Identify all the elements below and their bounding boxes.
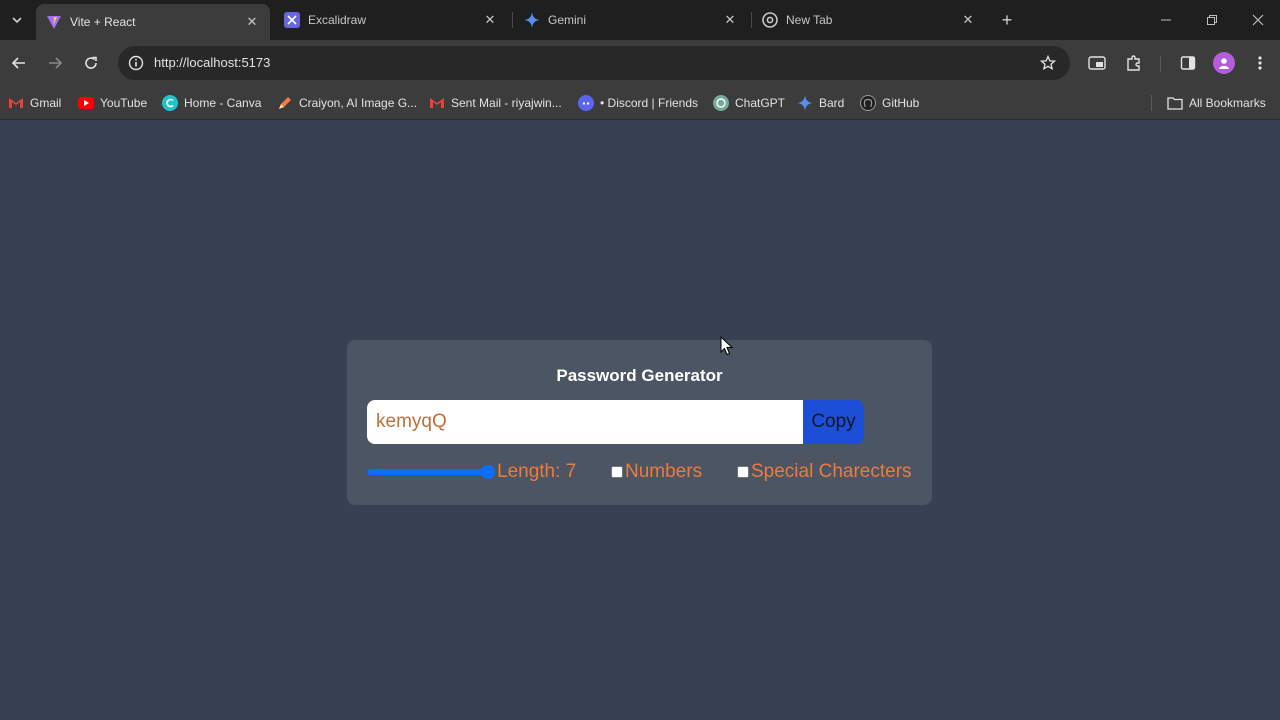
- toolbar-separator: [1160, 56, 1161, 72]
- address-url[interactable]: http://localhost:5173: [154, 55, 270, 70]
- github-icon: [860, 95, 876, 111]
- tab-title: Excalidraw: [308, 13, 367, 27]
- numbers-label[interactable]: Numbers: [625, 461, 702, 483]
- canva-icon: [162, 95, 178, 111]
- length-label: Length: 7: [497, 461, 577, 482]
- bookmark-craiyon[interactable]: Craiyon, AI Image G...: [277, 94, 417, 112]
- bookmark-label: • Discord | Friends: [600, 96, 699, 110]
- profile-avatar[interactable]: [1213, 52, 1235, 74]
- bookmark-label: Home - Canva: [184, 96, 262, 110]
- numbers-checkbox[interactable]: [611, 466, 623, 478]
- excalidraw-icon: [284, 12, 300, 28]
- more-menu-icon[interactable]: [1248, 51, 1272, 75]
- minimize-button[interactable]: [1143, 0, 1189, 40]
- avatar-icon: [1219, 58, 1229, 69]
- close-icon: [1252, 14, 1264, 26]
- bookmarks-bar: Gmail YouTube Home - Canva Craiyon, AI I…: [0, 86, 1280, 120]
- side-panel-icon[interactable]: [1176, 51, 1200, 75]
- bookmark-youtube[interactable]: YouTube: [78, 94, 147, 112]
- tab-title: New Tab: [786, 13, 833, 27]
- discord-icon: [578, 95, 594, 111]
- bard-icon: [797, 95, 813, 111]
- back-button[interactable]: [5, 49, 33, 77]
- bookmark-bard[interactable]: Bard: [797, 94, 844, 112]
- browser-toolbar: http://localhost:5173: [0, 40, 1280, 86]
- password-input[interactable]: [367, 400, 803, 444]
- extensions-icon[interactable]: [1122, 51, 1146, 75]
- bookmark-label: All Bookmarks: [1189, 96, 1266, 110]
- forward-button[interactable]: [41, 49, 69, 77]
- slider-thumb[interactable]: [481, 465, 495, 479]
- bookmark-star-icon[interactable]: [1038, 53, 1058, 73]
- tab-separator: [512, 12, 513, 28]
- copy-button[interactable]: Copy: [803, 400, 864, 444]
- site-info-icon[interactable]: [124, 51, 148, 75]
- mouse-cursor-icon: [720, 336, 734, 356]
- new-tab-button[interactable]: +: [995, 8, 1019, 32]
- folder-icon: [1167, 95, 1183, 111]
- bookmark-label: Sent Mail - riyajwin...: [451, 96, 562, 110]
- media-control-icon[interactable]: [1085, 51, 1109, 75]
- minimize-icon: [1161, 19, 1171, 21]
- gmail-icon: [8, 95, 24, 111]
- close-icon[interactable]: ✕: [480, 10, 500, 30]
- bookmark-label: YouTube: [100, 96, 148, 110]
- tab-strip: Vite + React ✕ Excalidraw ✕ Gemini ✕ New…: [0, 0, 1280, 40]
- all-bookmarks-button[interactable]: All Bookmarks: [1167, 94, 1266, 112]
- bookmark-discord[interactable]: • Discord | Friends: [578, 94, 698, 112]
- tab-title: Gemini: [548, 13, 587, 27]
- gmail-icon: [429, 95, 445, 111]
- bookmark-canva[interactable]: Home - Canva: [162, 94, 261, 112]
- close-icon[interactable]: ✕: [958, 10, 978, 30]
- close-icon[interactable]: ✕: [720, 10, 740, 30]
- window-close-button[interactable]: [1235, 0, 1280, 40]
- tab-title: Vite + React: [70, 15, 136, 29]
- reload-button[interactable]: [77, 49, 105, 77]
- bookmark-label: GitHub: [882, 96, 920, 110]
- vite-icon: [46, 14, 62, 30]
- tab-vite-react[interactable]: Vite + React ✕: [36, 4, 270, 40]
- close-icon[interactable]: ✕: [242, 12, 262, 32]
- bookmark-chatgpt[interactable]: ChatGPT: [713, 94, 785, 112]
- slider-track: [367, 469, 495, 475]
- arrow-right-icon: [49, 57, 63, 69]
- length-slider[interactable]: [367, 465, 495, 479]
- special-characters-checkbox[interactable]: [737, 466, 749, 478]
- restore-icon: [1207, 15, 1217, 25]
- chatgpt-icon: [713, 95, 729, 111]
- address-bar[interactable]: http://localhost:5173: [118, 46, 1070, 80]
- bookmark-label: ChatGPT: [735, 96, 786, 110]
- bookmark-label: Craiyon, AI Image G...: [299, 96, 418, 110]
- bookmarks-separator: [1151, 95, 1152, 111]
- tab-gemini[interactable]: Gemini ✕: [514, 0, 748, 40]
- special-characters-label[interactable]: Special Charecters: [751, 461, 912, 483]
- bookmark-label: Bard: [819, 96, 845, 110]
- tab-excalidraw[interactable]: Excalidraw ✕: [274, 0, 508, 40]
- bookmark-label: Gmail: [30, 96, 62, 110]
- page-title: Password Generator: [556, 366, 723, 385]
- bookmark-sent-mail[interactable]: Sent Mail - riyajwin...: [429, 94, 562, 112]
- craiyon-icon: [277, 95, 293, 111]
- password-generator-card: Password Generator Copy Length: 7 Number…: [347, 340, 932, 505]
- bookmark-gmail[interactable]: Gmail: [8, 94, 61, 112]
- tab-search-button[interactable]: [5, 8, 29, 32]
- tab-new-tab[interactable]: New Tab ✕: [752, 0, 986, 40]
- restore-button[interactable]: [1189, 0, 1235, 40]
- options-row: Length: 7 Numbers Special Charecters: [367, 460, 927, 484]
- chrome-icon: [762, 12, 778, 28]
- youtube-icon: [78, 95, 94, 111]
- bookmark-github[interactable]: GitHub: [860, 94, 919, 112]
- chevron-down-icon: [12, 17, 22, 24]
- reload-icon: [85, 56, 97, 69]
- plus-icon: +: [1001, 9, 1013, 30]
- arrow-left-icon: [11, 57, 25, 69]
- gemini-icon: [524, 12, 540, 28]
